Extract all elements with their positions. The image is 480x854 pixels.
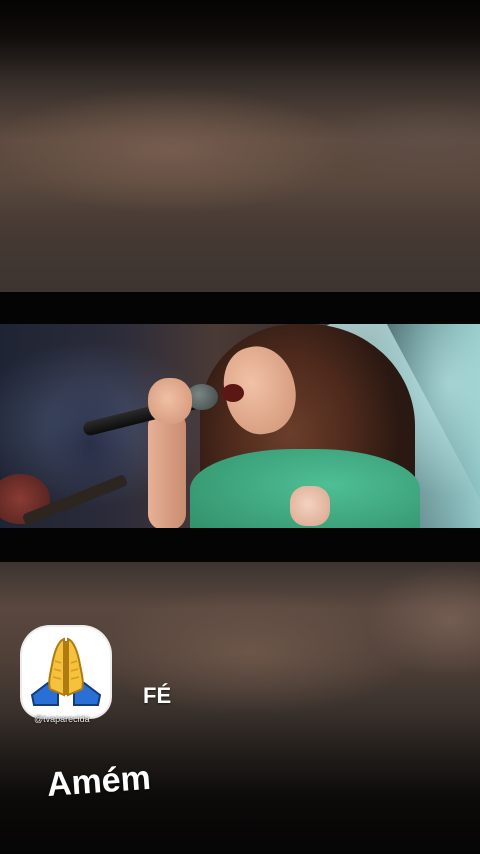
singer-arm xyxy=(148,410,186,528)
praying-hands-sticker[interactable] xyxy=(22,627,110,717)
letterbox-bar-bottom xyxy=(0,528,480,562)
singer-raised-fist xyxy=(290,486,330,526)
praying-hands-icon xyxy=(30,637,102,706)
blurred-backdrop-top xyxy=(0,0,480,292)
watermark-handle: @tvaparecida xyxy=(34,714,90,724)
singer-hand xyxy=(148,378,192,424)
story-screen[interactable]: @tvaparecida FÉ Amém xyxy=(0,0,480,854)
caption-amem: Amém xyxy=(45,758,152,804)
letterbox-bar-top xyxy=(0,292,480,324)
caption-fe: FÉ xyxy=(143,683,172,708)
video-frame[interactable] xyxy=(0,324,480,528)
singer-mouth xyxy=(222,384,244,402)
